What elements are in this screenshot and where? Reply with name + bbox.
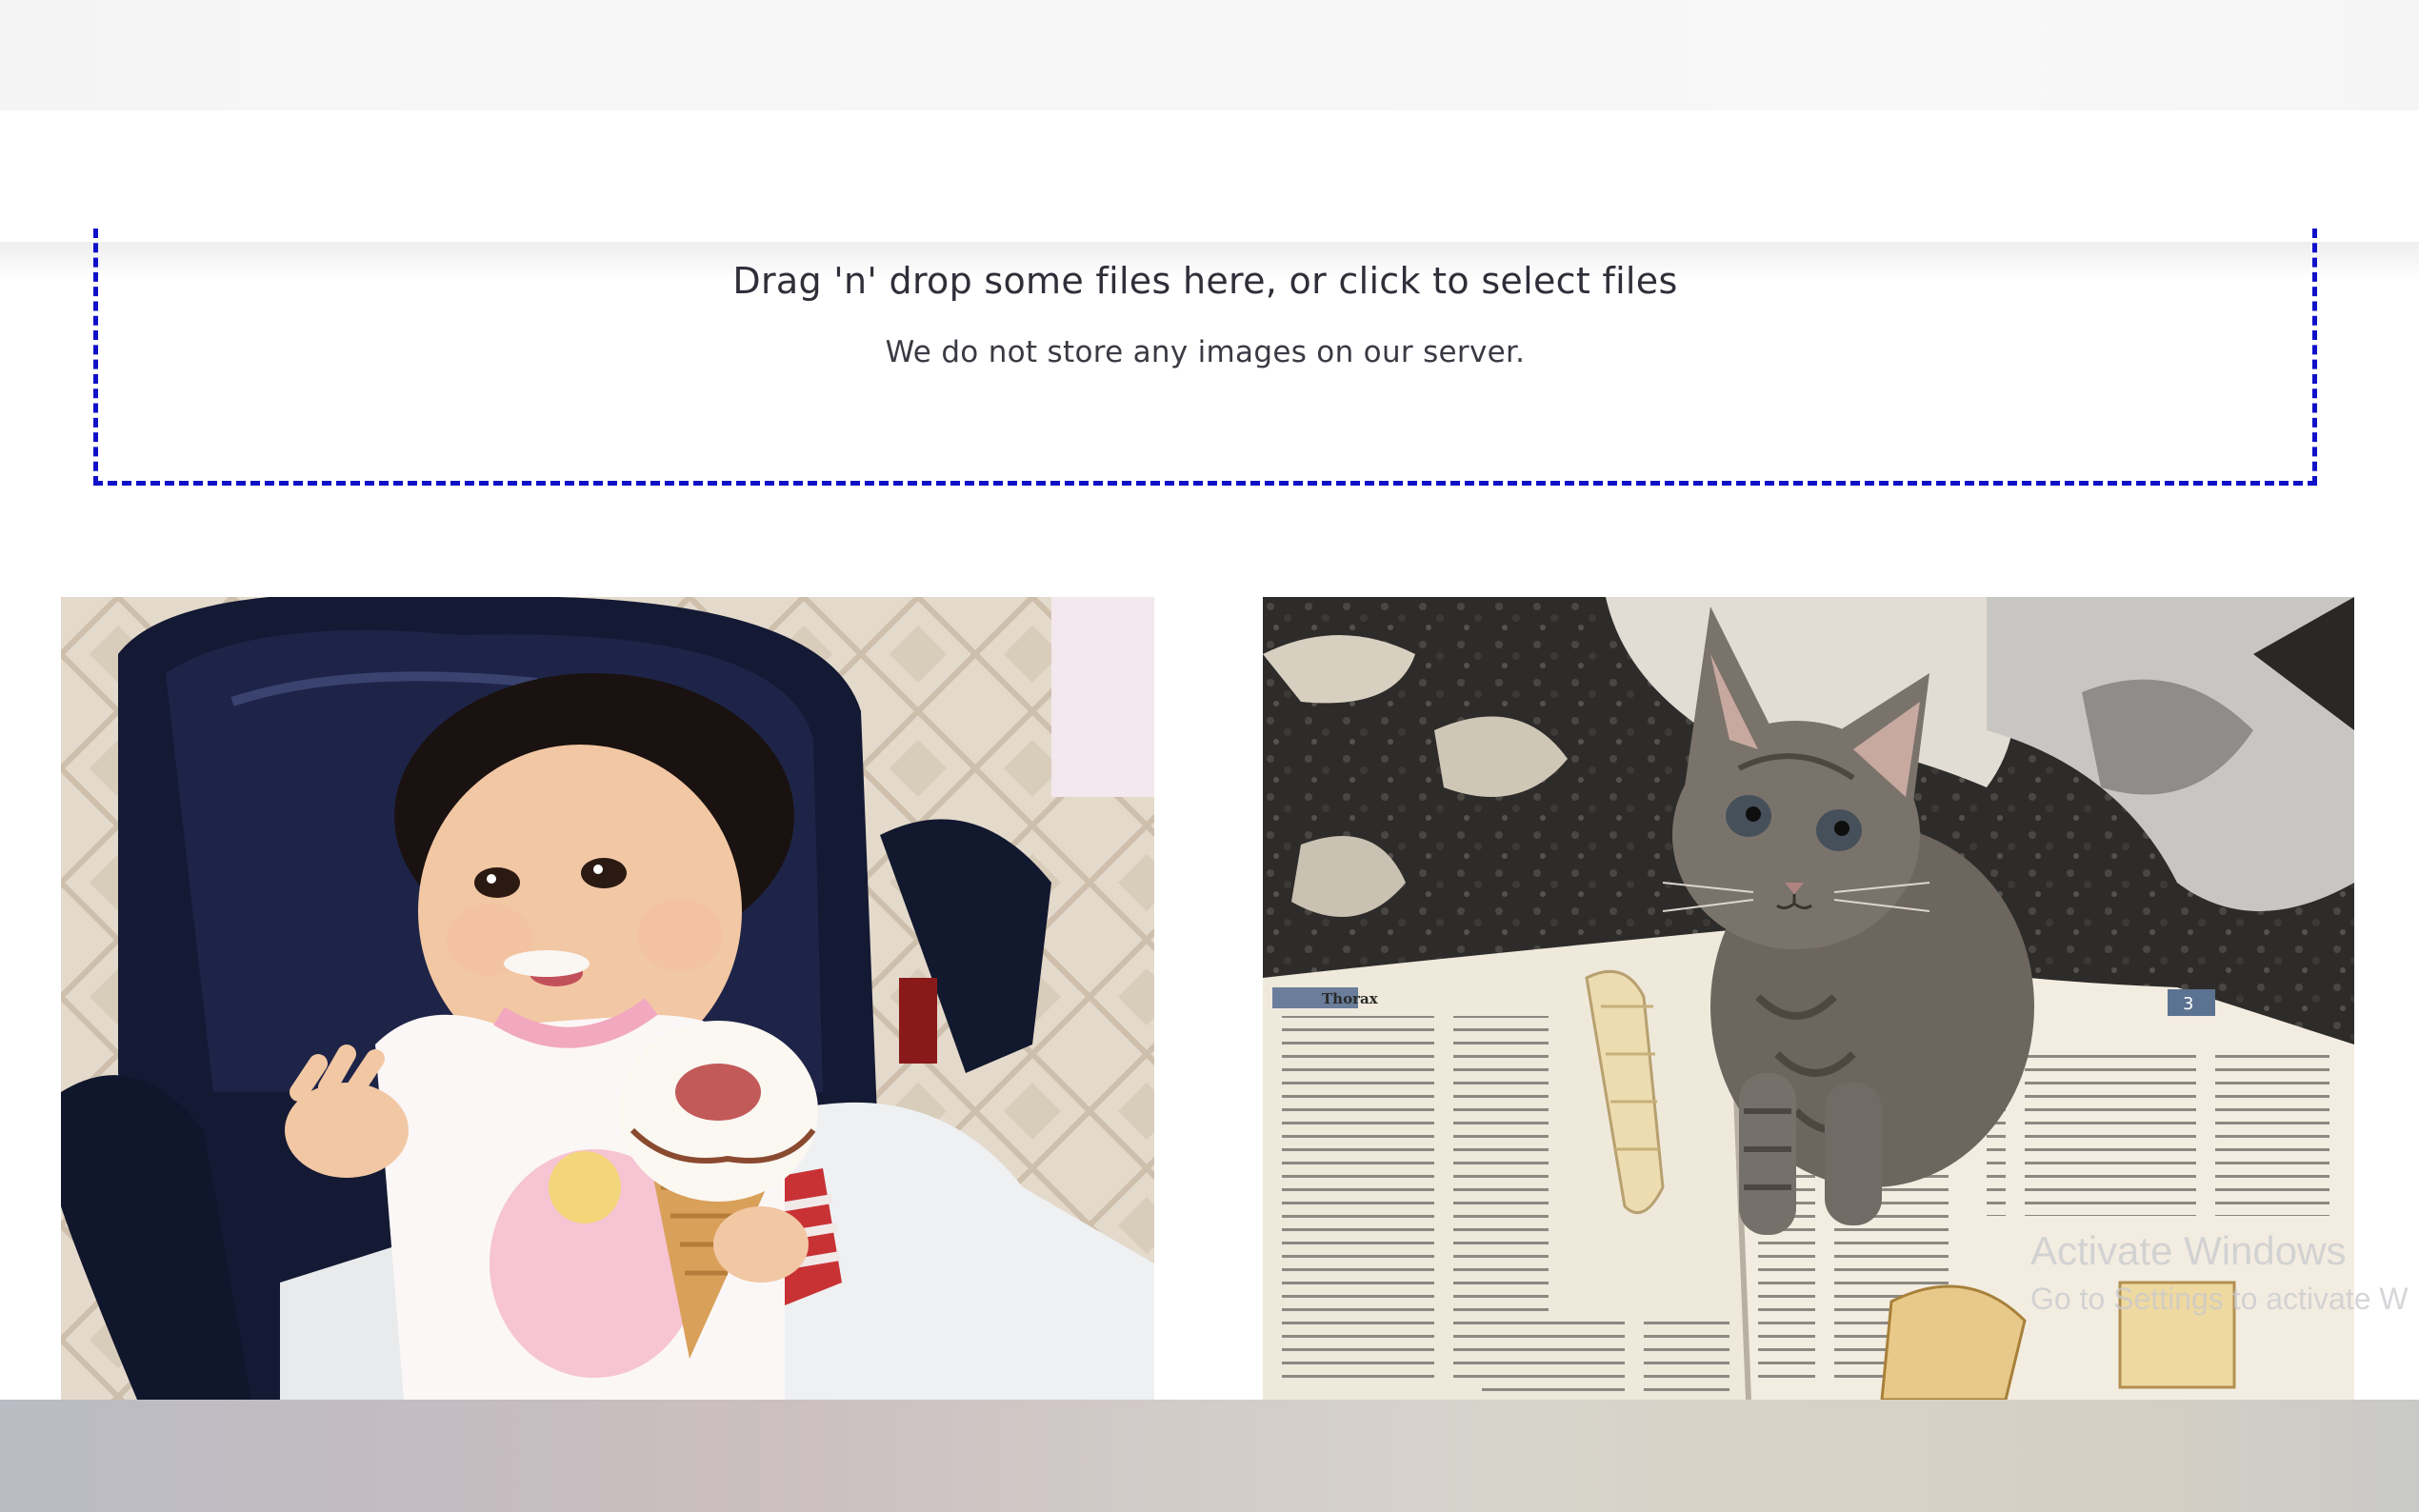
dropzone-title: Drag 'n' drop some files here, or click … [732,260,1678,302]
dropzone-privacy-note: We do not store any images on our server… [885,335,1526,369]
baby-with-ice-cream-photo [61,597,1154,1400]
header-area [0,110,2419,242]
bottom-strip [0,1400,2419,1512]
top-bar [0,0,2419,110]
book-heading-text: Thorax [1322,990,1379,1007]
page: Drag 'n' drop some files here, or click … [0,0,2419,1512]
kitten-on-book-photo: Thorax 3 [1263,597,2354,1400]
file-dropzone[interactable]: Drag 'n' drop some files here, or click … [93,229,2317,486]
book-page-number: 3 [2183,994,2193,1014]
